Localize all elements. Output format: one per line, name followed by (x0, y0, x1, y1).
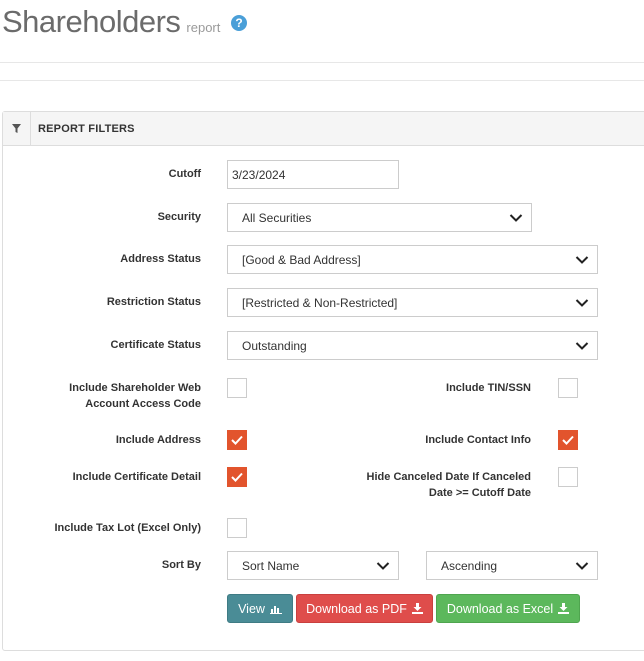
cutoff-date-value: 3/23/2024 (232, 167, 286, 182)
include-contact-info-label: Include Contact Info (425, 434, 531, 446)
sort-by-selected-value: Sort Name (242, 558, 300, 573)
sort-by-label: Sort By (161, 559, 201, 571)
checkmark-icon (562, 435, 574, 445)
panel-title: REPORT FILTERS (38, 122, 135, 135)
include-address-label: Include Address (115, 434, 201, 446)
bar-chart-icon (269, 604, 282, 614)
chevron-down-icon (509, 214, 523, 222)
download-excel-label: Download as Excel (446, 601, 554, 616)
view-button-label: View (238, 601, 265, 616)
download-pdf-label: Download as PDF (306, 601, 407, 616)
tin-ssn-label: Include TIN/SSN (446, 382, 531, 394)
include-contact-info-checkbox[interactable] (558, 430, 578, 450)
restriction-status-label: Restriction Status (106, 296, 201, 308)
web-access-checkbox[interactable] (227, 378, 247, 398)
web-access-label-line1: Include Shareholder Web (69, 382, 201, 394)
chevron-down-icon (376, 562, 390, 570)
restriction-status-selected-value: [Restricted & Non-Restricted] (242, 295, 398, 310)
include-certificate-detail-label: Include Certificate Detail (72, 471, 201, 483)
tin-ssn-checkbox[interactable] (558, 378, 578, 398)
page-subtitle: report (186, 20, 221, 35)
sort-order-select[interactable]: Ascending (426, 551, 598, 580)
address-status-select[interactable]: [Good & Bad Address] (227, 245, 598, 274)
hide-canceled-label-line2: Date >= Cutoff Date (428, 487, 531, 499)
page-title-text: Shareholders (2, 4, 181, 39)
security-select[interactable]: All Securities (227, 203, 532, 232)
chevron-down-icon (575, 562, 589, 570)
chevron-down-icon (575, 299, 589, 307)
certificate-status-label: Certificate Status (110, 339, 201, 351)
sort-by-select[interactable]: Sort Name (227, 551, 399, 580)
security-selected-value: All Securities (242, 210, 312, 225)
certificate-status-select[interactable]: Outstanding (227, 331, 598, 360)
hide-canceled-label: Hide Canceled Date If Canceled Date >= C… (367, 469, 531, 501)
checkmark-icon (231, 435, 243, 445)
download-icon (558, 603, 570, 614)
sort-order-selected-value: Ascending (441, 558, 498, 573)
hide-canceled-checkbox[interactable] (558, 467, 578, 487)
hide-canceled-label-line1: Hide Canceled Date If Canceled (366, 471, 531, 483)
cutoff-date-input[interactable]: 3/23/2024 (227, 160, 399, 189)
filter-icon (3, 111, 31, 146)
download-icon (411, 603, 423, 614)
download-excel-button[interactable]: Download as Excel (436, 594, 580, 623)
download-pdf-button[interactable]: Download as PDF (296, 594, 433, 623)
include-certificate-detail-checkbox[interactable] (227, 467, 247, 487)
checkmark-icon (231, 472, 243, 482)
divider (0, 80, 644, 81)
divider (0, 62, 644, 63)
include-address-checkbox[interactable] (227, 430, 247, 450)
web-access-label-line2: Account Access Code (85, 398, 201, 410)
chevron-down-icon (575, 256, 589, 264)
address-status-label: Address Status (120, 253, 201, 265)
address-status-selected-value: [Good & Bad Address] (242, 252, 361, 267)
view-button[interactable]: View (227, 594, 293, 623)
include-tax-lot-checkbox[interactable] (227, 518, 247, 538)
security-label: Security (157, 211, 201, 223)
web-access-label: Include Shareholder Web Account Access C… (69, 380, 201, 412)
restriction-status-select[interactable]: [Restricted & Non-Restricted] (227, 288, 598, 317)
help-icon[interactable]: ? (231, 15, 247, 31)
include-tax-lot-label: Include Tax Lot (Excel Only) (54, 522, 202, 534)
cutoff-label: Cutoff (168, 168, 201, 180)
page-title: Shareholders report (2, 4, 220, 44)
certificate-status-selected-value: Outstanding (242, 338, 307, 353)
panel-header[interactable]: REPORT FILTERS (3, 111, 644, 146)
chevron-down-icon (575, 342, 589, 350)
